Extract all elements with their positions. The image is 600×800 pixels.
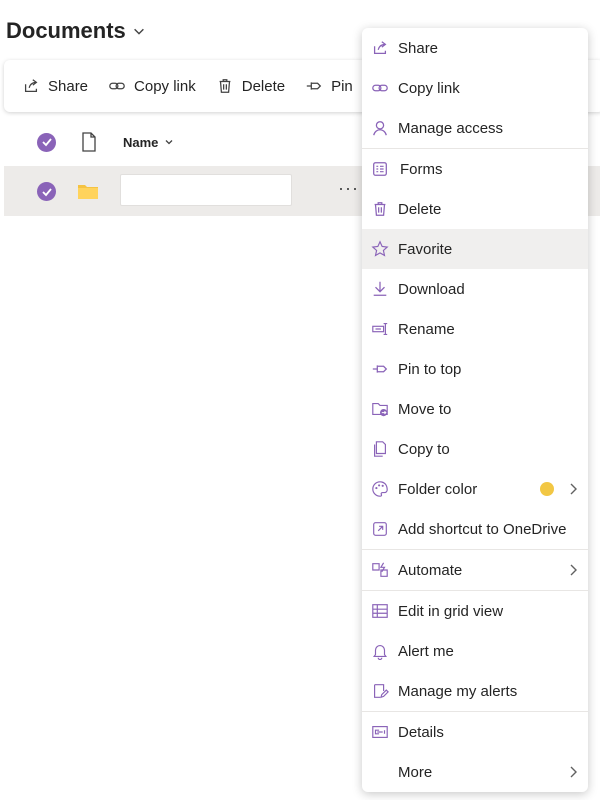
menu-item-label: More bbox=[398, 763, 433, 781]
download-icon bbox=[373, 281, 387, 296]
menu-item-manage-access[interactable]: Manage access bbox=[362, 108, 588, 148]
menu-item-label: Copy to bbox=[398, 440, 450, 458]
share-icon bbox=[373, 41, 387, 55]
shortcut-icon bbox=[373, 522, 387, 536]
menu-item-label: Copy link bbox=[398, 79, 460, 97]
pin-button[interactable]: Pin bbox=[305, 77, 353, 95]
checkmark-icon bbox=[41, 138, 52, 147]
chevron-down-icon bbox=[165, 140, 173, 145]
automate-icon bbox=[372, 562, 388, 577]
menu-item-label: Edit in grid view bbox=[398, 602, 504, 620]
bell-icon bbox=[372, 645, 388, 660]
menu-item-label: Forms bbox=[400, 160, 443, 178]
name-header-label: Name bbox=[123, 134, 159, 150]
file-type-icon bbox=[82, 132, 96, 152]
share-icon bbox=[24, 79, 38, 93]
menu-item-more[interactable]: More bbox=[362, 752, 588, 792]
page-title: Documents bbox=[6, 18, 126, 43]
menu-item-edit-grid-view[interactable]: Edit in grid view bbox=[362, 591, 588, 631]
menu-item-label: Download bbox=[398, 280, 465, 298]
folder-color-swatch bbox=[540, 482, 554, 496]
details-icon bbox=[372, 726, 388, 738]
chevron-right-icon bbox=[570, 483, 577, 495]
more-options-icon[interactable]: ··· bbox=[338, 178, 359, 199]
menu-item-copy-link[interactable]: Copy link bbox=[362, 68, 588, 108]
menu-item-automate[interactable]: Automate bbox=[362, 550, 588, 590]
grid-icon bbox=[372, 604, 388, 618]
menu-item-label: Favorite bbox=[398, 240, 453, 258]
person-icon bbox=[373, 121, 387, 136]
menu-item-rename[interactable]: Rename bbox=[362, 309, 588, 349]
menu-item-label: Pin to top bbox=[398, 360, 462, 378]
menu-item-label: Share bbox=[398, 39, 439, 57]
pin-icon bbox=[372, 365, 388, 373]
copy-link-button[interactable]: Copy link bbox=[108, 77, 196, 95]
chevron-down-icon bbox=[133, 28, 144, 35]
library-title[interactable]: Documents bbox=[6, 18, 146, 44]
rename-input[interactable] bbox=[120, 174, 292, 206]
menu-item-favorite[interactable]: Favorite bbox=[362, 229, 588, 269]
trash-icon bbox=[374, 202, 386, 216]
checkmark-icon bbox=[41, 187, 52, 196]
copy-link-label: Copy link bbox=[134, 77, 196, 95]
menu-item-pin-to-top[interactable]: Pin to top bbox=[362, 349, 588, 389]
star-icon bbox=[371, 240, 389, 257]
context-menu: Share Copy link Manage access Forms Dele… bbox=[362, 28, 588, 792]
chevron-right-icon bbox=[570, 766, 577, 778]
menu-item-label: Automate bbox=[398, 561, 463, 579]
pin-label: Pin bbox=[331, 77, 353, 95]
folder-move-icon bbox=[372, 403, 388, 417]
share-label: Share bbox=[48, 77, 89, 95]
menu-item-label: Alert me bbox=[398, 642, 454, 660]
menu-item-label: Delete bbox=[398, 200, 442, 218]
menu-item-label: Add shortcut to OneDrive bbox=[398, 520, 567, 538]
menu-item-manage-alerts[interactable]: Manage my alerts bbox=[362, 671, 588, 711]
folder-icon bbox=[78, 185, 98, 199]
menu-item-label: Manage access bbox=[398, 119, 504, 137]
menu-item-folder-color[interactable]: Folder color bbox=[362, 469, 588, 509]
chevron-right-icon bbox=[570, 564, 577, 576]
name-column-header[interactable]: Name bbox=[123, 135, 174, 150]
copy-icon bbox=[374, 441, 386, 457]
rename-icon bbox=[372, 323, 388, 335]
pin-icon bbox=[306, 82, 322, 90]
menu-item-label: Details bbox=[398, 723, 444, 741]
menu-item-delete[interactable]: Delete bbox=[362, 189, 588, 229]
alerts-edit-icon bbox=[374, 684, 389, 699]
trash-icon bbox=[219, 79, 231, 93]
menu-item-download[interactable]: Download bbox=[362, 269, 588, 309]
link-icon bbox=[109, 82, 125, 90]
menu-item-label: Folder color bbox=[398, 480, 478, 498]
forms-icon bbox=[373, 162, 387, 176]
menu-item-add-shortcut[interactable]: Add shortcut to OneDrive bbox=[362, 509, 588, 549]
palette-icon bbox=[372, 481, 388, 497]
menu-item-details[interactable]: Details bbox=[362, 712, 588, 752]
link-icon bbox=[372, 84, 388, 92]
menu-item-label: Rename bbox=[398, 320, 455, 338]
menu-item-move-to[interactable]: Move to bbox=[362, 389, 588, 429]
select-all-checkbox[interactable] bbox=[37, 132, 56, 152]
menu-item-forms[interactable]: Forms bbox=[362, 149, 588, 189]
menu-item-copy-to[interactable]: Copy to bbox=[362, 429, 588, 469]
delete-label: Delete bbox=[241, 77, 286, 95]
menu-item-share[interactable]: Share bbox=[362, 28, 588, 68]
menu-item-label: Manage my alerts bbox=[398, 682, 518, 700]
share-button[interactable]: Share bbox=[22, 77, 88, 95]
row-checkbox[interactable] bbox=[37, 182, 56, 201]
menu-item-alert-me[interactable]: Alert me bbox=[362, 631, 588, 671]
delete-button[interactable]: Delete bbox=[216, 77, 285, 95]
menu-item-label: Move to bbox=[398, 400, 452, 418]
